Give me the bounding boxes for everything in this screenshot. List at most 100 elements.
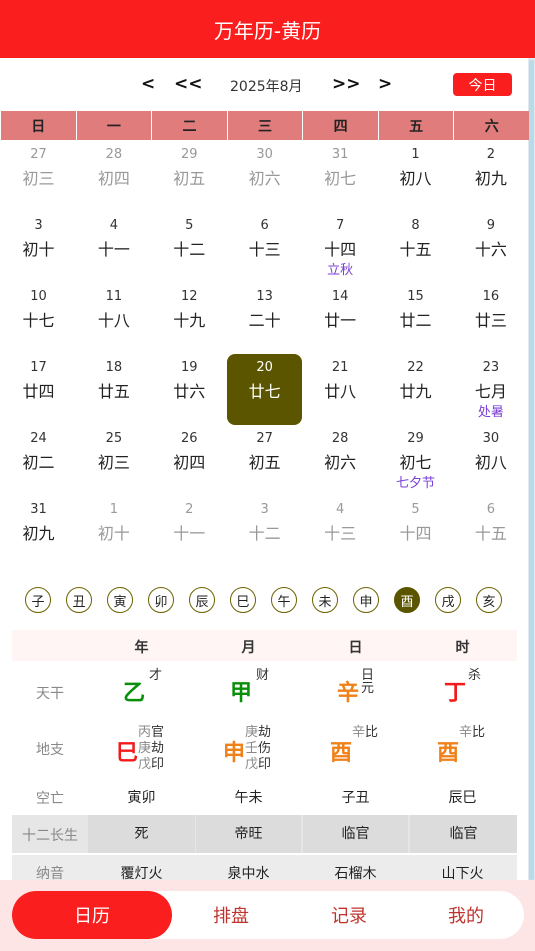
day-number: 28 [105,147,123,162]
calendar-day[interactable]: 26 初四 [152,425,227,496]
calendar-day[interactable]: 27 初五 [227,425,302,496]
current-month-label[interactable]: 2025年8月 [230,76,303,96]
scrollbar-thumb[interactable] [529,60,534,880]
kongwang-year: 寅卯 [127,790,156,806]
branch-button[interactable]: 午 [271,587,297,613]
prev-month-button[interactable]: < [141,74,155,94]
tab-chart[interactable]: 排盘 [172,891,290,939]
weekday-label: 二 [152,111,227,140]
calendar-day[interactable]: 14 廿一 [303,283,378,354]
calendar-day[interactable]: 3 十二 [227,496,302,567]
lunar-date: 初九 [22,524,55,543]
day-number: 20 [256,360,273,375]
day-number: 25 [105,431,123,446]
calendar-day[interactable]: 5 十四 [378,496,453,567]
calendar-day[interactable]: 31 初七 [303,141,378,212]
row-label-dizhi: 地支 [36,742,64,758]
calendar-day[interactable]: 10 十七 [1,283,76,354]
calendar-day[interactable]: 25 初三 [76,425,151,496]
lunar-date: 十二 [173,240,206,259]
calendar-day[interactable]: 12 十九 [152,283,227,354]
prev-year-button[interactable]: << [174,74,203,94]
kongwang-month: 午未 [234,790,263,806]
app-header: 万年历-黄历 [0,0,535,58]
calendar-day[interactable]: 13 二十 [227,283,302,354]
calendar-day[interactable]: 28 初四 [76,141,151,212]
branch-button[interactable]: 寅 [107,587,133,613]
lunar-date: 初五 [248,453,281,472]
calendar-day[interactable]: 11 十八 [76,283,151,354]
day-number: 4 [109,218,119,233]
calendar-day[interactable]: 19 廿六 [152,354,227,425]
calendar-day[interactable]: 22 廿九 [378,354,453,425]
branch-button[interactable]: 辰 [189,587,215,613]
day-number: 17 [30,360,47,375]
calendar-day[interactable]: 1 初八 [378,141,453,212]
calendar-day[interactable]: 2 十一 [152,496,227,567]
calendar-day[interactable]: 1 初十 [76,496,151,567]
day-number: 11 [105,289,123,304]
lunar-date: 廿一 [324,311,357,330]
day-number: 27 [256,431,273,446]
branch-button[interactable]: 巳 [230,587,256,613]
next-month-button[interactable]: > [378,74,392,94]
calendar-day[interactable]: 23 七月 处暑 [453,354,528,425]
branch-button[interactable]: 戌 [435,587,461,613]
kongwang-row: 空亡 寅卯 午未 子丑 辰巳 [12,781,517,815]
branch-button[interactable]: 未 [312,587,338,613]
dizhi-hour: 酉 辛比 [409,721,516,781]
lunar-date: 初十 [22,240,55,259]
calendar-day[interactable]: 30 初八 [453,425,528,496]
branch-button[interactable]: 子 [25,587,51,613]
calendar-day[interactable]: 31 初九 [1,496,76,567]
calendar-day[interactable]: 6 十三 [227,212,302,283]
kongwang-day: 子丑 [341,790,370,806]
day-number: 8 [411,218,420,233]
lunar-date: 初八 [474,453,507,472]
calendar-day[interactable]: 17 廿四 [1,354,76,425]
tab-records[interactable]: 记录 [290,891,408,939]
day-number: 16 [482,289,500,304]
calendar-day[interactable]: 9 十六 [453,212,528,283]
calendar-day[interactable]: 7 十四 立秋 [303,212,378,283]
calendar-day[interactable]: 28 初六 [303,425,378,496]
changsheng-row: 十二长生 死 帝旺 临官 临官 [12,815,517,853]
calendar-day[interactable]: 4 十三 [303,496,378,567]
calendar-day[interactable]: 4 十一 [76,212,151,283]
calendar-day[interactable]: 27 初三 [1,141,76,212]
bazi-header-row: 年 月 日 时 [12,630,517,661]
calendar-day[interactable]: 5 十二 [152,212,227,283]
branch-button[interactable]: 酉 [394,587,420,613]
hidden-stems: 庚劫 壬伤 戊印 [245,725,272,772]
branch-button[interactable]: 卯 [148,587,174,613]
calendar-day[interactable]: 18 廿五 [76,354,151,425]
day-number: 30 [482,431,500,446]
ten-god-label: 财 [256,668,270,683]
branch-button[interactable]: 亥 [476,587,502,613]
next-year-button[interactable]: >> [332,74,361,94]
calendar-day[interactable]: 29 初七 七夕节 [378,425,453,496]
calendar-day[interactable]: 6 十五 [453,496,528,567]
lunar-date: 十七 [22,311,55,330]
calendar-day[interactable]: 2 初九 [453,141,528,212]
today-button[interactable]: 今日 [453,73,512,96]
scrollbar[interactable] [528,58,535,880]
calendar-day[interactable]: 15 廿二 [378,283,453,354]
tab-mine[interactable]: 我的 [408,891,524,939]
branch-button[interactable]: 申 [353,587,379,613]
tab-calendar[interactable]: 日历 [12,891,172,939]
bottom-nav-area: 日历 排盘 记录 我的 [0,880,535,951]
calendar-day-selected[interactable]: 20 廿七 [227,354,303,425]
calendar-day[interactable]: 29 初五 [152,141,227,212]
branch-button[interactable]: 丑 [66,587,92,613]
day-number: 6 [486,502,496,517]
day-number: 1 [109,502,119,517]
calendar-day[interactable]: 21 廿八 [303,354,378,425]
calendar-day[interactable]: 16 廿三 [453,283,528,354]
weekday-header: 日 一 二 三 四 五 六 [1,111,530,140]
calendar-day[interactable]: 30 初六 [227,141,302,212]
calendar-day[interactable]: 8 十五 [378,212,453,283]
bazi-col-day: 日 [348,640,363,656]
calendar-day[interactable]: 24 初二 [1,425,76,496]
calendar-day[interactable]: 3 初十 [1,212,76,283]
